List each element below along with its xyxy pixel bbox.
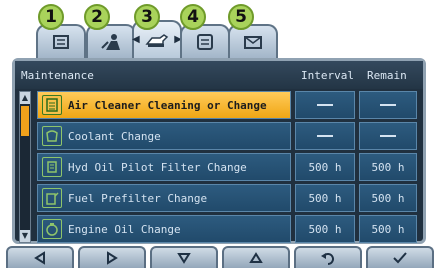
remain-cell: 500 h — [359, 215, 417, 243]
tab-badge-3: 3 — [134, 4, 160, 30]
machine-icon — [145, 34, 169, 47]
hydraulic-filter-icon — [42, 157, 62, 177]
tab-badge-2: 2 — [84, 4, 110, 30]
scroll-up-icon[interactable]: ▲ — [20, 92, 30, 104]
scroll-down-icon[interactable]: ▼ — [20, 230, 30, 242]
item-coolant[interactable]: Coolant Change — [37, 122, 291, 150]
scrollbar[interactable]: ▲ ▼ — [19, 91, 31, 243]
nav-confirm-button[interactable] — [366, 246, 434, 268]
fuel-filter-icon — [42, 188, 62, 208]
header-maintenance: Maintenance — [21, 69, 94, 82]
list-item[interactable]: Hyd Oil Pilot Filter Change 500 h 500 h — [37, 153, 419, 181]
header-interval: Interval — [301, 69, 354, 82]
tab-1[interactable] — [36, 24, 86, 58]
up-arrow-icon — [249, 252, 263, 263]
back-icon — [321, 253, 334, 265]
list-item[interactable]: Coolant Change — [37, 122, 419, 150]
tab-bar: ◀ ▶ 1 2 3 4 5 — [0, 0, 438, 62]
down-arrow-icon — [177, 253, 191, 264]
item-label: Engine Oil Change — [68, 222, 181, 236]
scroll-thumb[interactable] — [21, 106, 29, 136]
item-air-cleaner[interactable]: Air Cleaner Cleaning or Change — [37, 91, 291, 119]
nav-up-button[interactable] — [222, 246, 290, 268]
tab-badge-1: 1 — [38, 4, 64, 30]
remain-cell — [359, 91, 417, 119]
item-hyd-oil-filter[interactable]: Hyd Oil Pilot Filter Change — [37, 153, 291, 181]
wrench-person-icon — [101, 34, 120, 50]
table-header: Maintenance Interval Remain — [15, 61, 423, 89]
header-remain: Remain — [367, 69, 407, 82]
list-item[interactable]: Air Cleaner Cleaning or Change — [37, 91, 419, 119]
maintenance-panel: Maintenance Interval Remain ▲ ▼ Air Clea… — [12, 58, 426, 244]
dash-interval — [317, 104, 333, 106]
tab-badge-5: 5 — [228, 4, 254, 30]
monitor-screen: ◀ ▶ 1 2 3 4 5 Maintenance Interval Remai… — [0, 0, 438, 268]
book-icon — [53, 35, 69, 49]
dash-remain — [380, 104, 396, 106]
coolant-icon — [42, 126, 62, 146]
item-label: Air Cleaner Cleaning or Change — [68, 98, 267, 112]
interval-cell: 500 h — [295, 184, 355, 212]
nav-left-button[interactable] — [6, 246, 74, 268]
list-icon — [197, 34, 213, 50]
left-arrow-icon — [34, 251, 45, 265]
remain-cell — [359, 122, 417, 150]
nav-back-button[interactable] — [294, 246, 362, 268]
interval-cell: 500 h — [295, 215, 355, 243]
envelope-icon — [244, 36, 262, 49]
item-engine-oil[interactable]: Engine Oil Change — [37, 215, 291, 243]
maintenance-list: Air Cleaner Cleaning or Change Coolant C… — [37, 91, 419, 246]
item-fuel-prefilter[interactable]: Fuel Prefilter Change — [37, 184, 291, 212]
air-filter-icon — [42, 95, 62, 115]
tab-prev-arrow-icon[interactable]: ◀ — [132, 34, 140, 45]
item-label: Fuel Prefilter Change — [68, 191, 208, 205]
engine-oil-icon — [42, 219, 62, 239]
interval-cell — [295, 122, 355, 150]
interval-cell — [295, 91, 355, 119]
tab-badge-4: 4 — [180, 4, 206, 30]
nav-down-button[interactable] — [150, 246, 218, 268]
list-item[interactable]: Fuel Prefilter Change 500 h 500 h — [37, 184, 419, 212]
list-item[interactable]: Engine Oil Change 500 h 500 h — [37, 215, 419, 243]
dash-interval — [317, 135, 333, 137]
nav-right-button[interactable] — [78, 246, 146, 268]
remain-cell: 500 h — [359, 184, 417, 212]
interval-cell: 500 h — [295, 153, 355, 181]
dash-remain — [380, 135, 396, 137]
check-icon — [393, 252, 407, 264]
bottom-nav — [0, 246, 438, 268]
item-label: Hyd Oil Pilot Filter Change — [68, 160, 247, 174]
item-label: Coolant Change — [68, 129, 161, 143]
right-arrow-icon — [107, 251, 118, 265]
remain-cell: 500 h — [359, 153, 417, 181]
